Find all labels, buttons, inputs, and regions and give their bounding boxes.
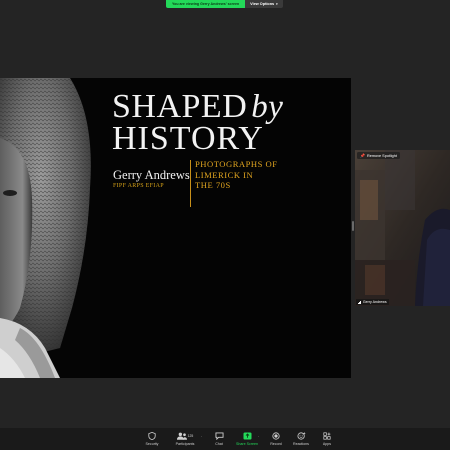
shield-icon [148,431,156,440]
participants-button[interactable]: 125 Participants ˆ [170,431,202,449]
security-label: Security [145,441,159,446]
remove-spotlight-label: Remove Spotlight [366,153,397,158]
slide-portrait-photo [0,78,100,378]
view-options-button[interactable]: View Options ▾ [245,0,283,8]
author-name: Gerry Andrews [113,168,190,182]
slide-title-line2: HISTORY [112,120,264,157]
remove-spotlight-button[interactable]: 📌 Remove Spotlight [357,152,400,159]
shared-screen: SHAPED by HISTORY Gerry Andrews FIPF ARPS… [0,78,351,378]
caret-down-icon: ▾ [276,2,278,6]
participants-label: Participants [175,441,195,446]
split-view-handle[interactable] [352,221,354,231]
view-options-label: View Options [250,2,275,6]
apps-label: Apps [322,441,332,446]
chat-icon [215,431,224,440]
security-button[interactable]: Security [137,431,167,449]
reactions-label: Reactions [293,441,309,446]
share-banner: You are viewing Gerry Andrews' screen Vi… [166,0,283,8]
participants-count: 125 [187,433,194,438]
record-label: Record [270,441,282,446]
participant-name-tag: Gerry Andrews [356,299,389,305]
apps-icon [323,431,331,440]
smiley-plus-icon [297,431,306,440]
subtitle-line: THE 70S [195,180,231,190]
chat-button[interactable]: Chat [204,431,234,449]
share-screen-button[interactable]: Share Screen ˆ [232,431,262,449]
apps-button[interactable]: Apps [312,431,342,449]
slide-divider [190,160,191,207]
participants-caret-icon[interactable]: ˆ [201,435,202,439]
participant-video-feed [355,150,450,306]
participants-icon-group: 125 [176,431,194,440]
slide-title-line1: SHAPED by [112,90,283,125]
chat-label: Chat [215,441,223,446]
people-icon [176,432,187,440]
pin-icon: 📌 [360,153,365,158]
share-screen-icon [243,431,252,440]
subtitle-line: PHOTOGRAPHS OF [195,159,278,169]
signal-strength-icon [358,300,361,304]
author-credentials: FIPF ARPS EFIAP [113,183,164,189]
participant-video-tile[interactable]: 📌 Remove Spotlight Gerry Andrews [355,150,450,306]
share-screen-caret-icon[interactable]: ˆ [258,435,259,439]
share-notice: You are viewing Gerry Andrews' screen [166,0,246,8]
meeting-toolbar: Security 125 Participants ˆ Chat Share S… [0,428,450,450]
slide-subtitle: PHOTOGRAPHS OF LIMERICK IN THE 70S [195,159,278,191]
record-icon [272,431,280,440]
share-screen-label: Share Screen [236,441,258,446]
subtitle-line: LIMERICK IN [195,169,254,180]
participant-name: Gerry Andrews [362,300,387,304]
